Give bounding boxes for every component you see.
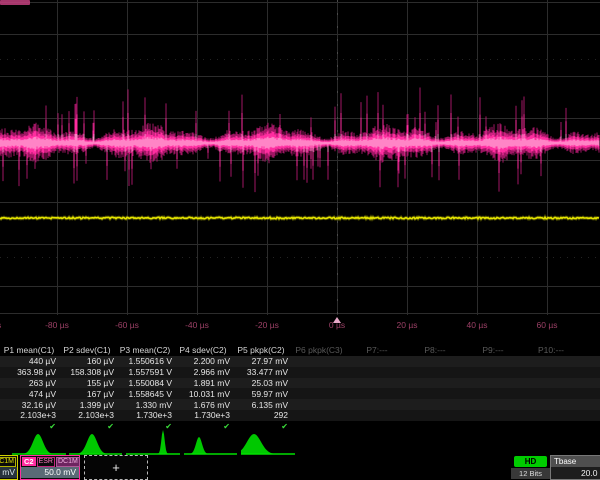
time-axis-label: 40 µs [467, 320, 488, 330]
time-axis-label: 60 µs [537, 320, 558, 330]
param-header-10[interactable]: P10:--- [522, 345, 580, 355]
measure-row-mean: 363.98 µV158.308 µV1.557591 V2.966 mV33.… [0, 367, 600, 378]
measure-cell: 1.730e+3 [174, 410, 232, 420]
c1-volts-per-div: 10.0 mV [0, 467, 17, 478]
param-header-11[interactable]: P11 [580, 345, 600, 355]
param-header-9[interactable]: P9:--- [464, 345, 522, 355]
channel-c2-descriptor[interactable]: C2 ESR DC1M 50.0 mV [20, 455, 80, 480]
measure-row-num: 2.103e+32.103e+31.730e+31.730e+3292 [0, 410, 600, 421]
channel-c1-descriptor[interactable]: DC1M 10.0 mV [0, 455, 18, 480]
timebase-descriptor[interactable]: Tbase 20.0 µs [550, 455, 600, 480]
measure-cell: 160 µV [58, 356, 116, 366]
param-header-8[interactable]: P8:--- [406, 345, 464, 355]
param-header-1[interactable]: P1 mean(C1) [0, 345, 58, 355]
add-trace-button[interactable]: + [84, 455, 148, 480]
time-axis: -100 µs-80 µs-60 µs-40 µs-20 µs0 µs20 µs… [0, 316, 600, 332]
c2-coupling-tag: DC1M [56, 457, 80, 467]
time-axis-label: -40 µs [185, 320, 209, 330]
descriptor-bar: DC1M 10.0 mV C2 ESR DC1M 50.0 mV + HD 12… [0, 455, 600, 480]
param-header-7[interactable]: P7:--- [348, 345, 406, 355]
time-axis-label: -80 µs [45, 320, 69, 330]
measure-cell: 33.477 mV [232, 367, 290, 377]
measure-cell: 1.558645 V [116, 389, 174, 399]
histicon[interactable] [69, 434, 122, 454]
waveform-display [0, 0, 600, 316]
measure-cell: 155 µV [58, 378, 116, 388]
measure-cell: 1.557591 V [116, 367, 174, 377]
time-axis-label: -100 µs [0, 320, 1, 330]
measure-cell: 363.98 µV [0, 367, 58, 377]
measure-cell: 1.891 mV [174, 378, 232, 388]
measurement-table: P1 mean(C1)P2 sdev(C1)P3 mean(C2)P4 sdev… [0, 344, 600, 432]
measure-cell: 2.966 mV [174, 367, 232, 377]
histicon[interactable] [241, 434, 295, 454]
measure-cell: 10.031 mV [174, 389, 232, 399]
measure-cell: 59.97 mV [232, 389, 290, 399]
measure-cell: 440 µV [0, 356, 58, 366]
measure-row-min: 263 µV155 µV1.550084 V1.891 mV25.03 mV [0, 378, 600, 389]
measure-row-value: 440 µV160 µV1.550616 V2.200 mV27.97 mV [0, 356, 600, 367]
measure-cell: 1.330 mV [116, 400, 174, 410]
measure-cell: 2.200 mV [174, 356, 232, 366]
timebase-label: Tbase [551, 456, 600, 467]
timebase-value: 20.0 µs [551, 467, 600, 479]
hd-mode-badge[interactable]: HD [514, 456, 547, 467]
plus-icon: + [112, 460, 120, 475]
time-axis-label: -20 µs [255, 320, 279, 330]
histicon[interactable] [184, 437, 237, 454]
measure-cell: 1.550616 V [116, 356, 174, 366]
measure-row-sdev: 32.16 µV1.399 µV1.330 mV1.676 mV6.135 mV [0, 399, 600, 410]
top-edge-annotation [0, 0, 30, 5]
param-header-2[interactable]: P2 sdev(C1) [58, 345, 116, 355]
measure-cell: 32.16 µV [0, 400, 58, 410]
measure-cell: 6.135 mV [232, 400, 290, 410]
measure-cell: 167 µV [58, 389, 116, 399]
time-axis-label: 20 µs [397, 320, 418, 330]
c1-coupling-tag: DC1M [0, 457, 16, 467]
measure-cell: 2.103e+3 [0, 410, 58, 420]
measure-cell: 2.103e+3 [58, 410, 116, 420]
measure-cell: 1.550084 V [116, 378, 174, 388]
c2-channel-badge: C2 [22, 457, 36, 466]
oscilloscope-screen: -100 µs-80 µs-60 µs-40 µs-20 µs0 µs20 µs… [0, 0, 600, 480]
param-header-5[interactable]: P5 pkpk(C2) [232, 345, 290, 355]
measure-cell: 263 µV [0, 378, 58, 388]
param-header-6[interactable]: P6 pkpk(C3) [290, 345, 348, 355]
measure-row-max: 474 µV167 µV1.558645 V10.031 mV59.97 mV [0, 388, 600, 399]
hd-bits-label: 12 Bits [511, 468, 550, 479]
measure-cell: 27.97 mV [232, 356, 290, 366]
measurement-histicons [0, 430, 600, 456]
param-header-4[interactable]: P4 sdev(C2) [174, 345, 232, 355]
measure-cell: 1.399 µV [58, 400, 116, 410]
param-header-3[interactable]: P3 mean(C2) [116, 345, 174, 355]
c2-eres-tag: ESR [37, 457, 55, 467]
measure-cell: 474 µV [0, 389, 58, 399]
time-axis-label: -60 µs [115, 320, 139, 330]
measure-cell: 158.308 µV [58, 367, 116, 377]
measure-cell: 1.676 mV [174, 400, 232, 410]
histicon[interactable] [126, 430, 180, 454]
measure-cell: 25.03 mV [232, 378, 290, 388]
c2-volts-per-div: 50.0 mV [21, 467, 79, 478]
measure-cell: 292 [232, 410, 290, 420]
histicon[interactable] [12, 434, 66, 454]
trigger-position-marker[interactable] [333, 317, 341, 323]
measure-cell: 1.730e+3 [116, 410, 174, 420]
